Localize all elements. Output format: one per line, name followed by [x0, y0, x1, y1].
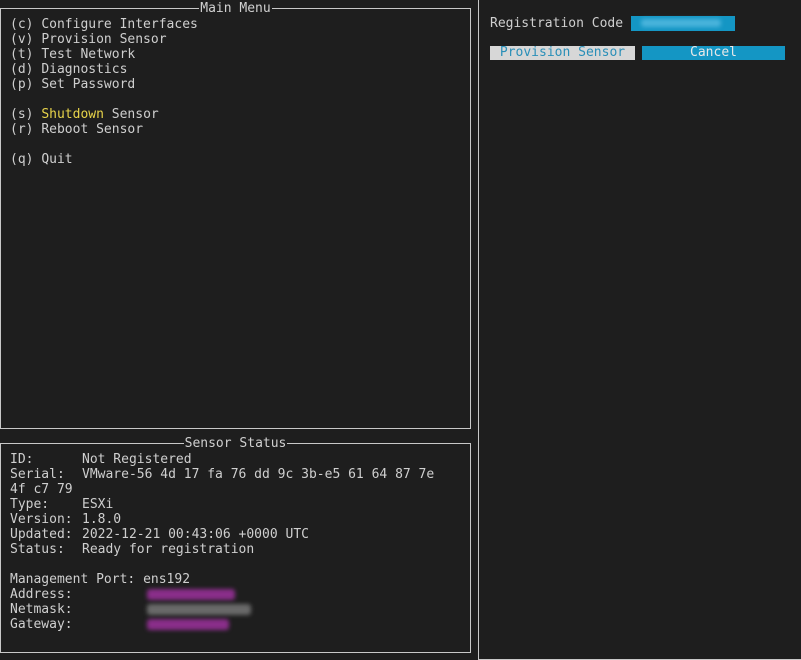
field-label: Type:: [10, 497, 50, 512]
menu-key: (p): [10, 77, 34, 92]
field-value: ens192: [143, 572, 191, 587]
menu-label: Configure Interfaces: [41, 17, 198, 32]
provision-dialog: Registration Code Provision Sensor Cance…: [478, 0, 801, 660]
field-label: Management Port:: [10, 572, 136, 587]
registration-code-label: Registration Code: [490, 16, 624, 31]
status-row-serial-cont: 4f c7 79: [10, 482, 460, 497]
cancel-button[interactable]: Cancel: [642, 46, 785, 60]
provision-sensor-button[interactable]: Provision Sensor: [490, 46, 635, 60]
menu-label: Test Network: [41, 47, 136, 62]
menu-item-test-network[interactable]: (t) Test Network: [10, 47, 198, 62]
menu-key: (s): [10, 107, 34, 122]
menu-key: (d): [10, 62, 34, 77]
registration-code-row: Registration Code: [490, 16, 736, 31]
menu-label: Set Password: [41, 77, 136, 92]
status-row-id: ID: Not Registered: [10, 452, 460, 467]
redacted-value: [147, 589, 235, 600]
status-row-serial: Serial: VMware-56 4d 17 fa 76 dd 9c 3b-e5…: [10, 467, 460, 482]
field-label: ID:: [10, 452, 34, 467]
status-row-version: Version: 1.8.0: [10, 512, 460, 527]
registration-code-input[interactable]: [631, 16, 736, 31]
field-value: 2022-12-21 00:43:06 +0000 UTC: [82, 527, 309, 542]
menu-label: Provision Sensor: [41, 32, 167, 47]
field-label: Address:: [10, 587, 73, 602]
sensor-status-title: Sensor Status: [183, 436, 288, 451]
menu-item-shutdown-sensor[interactable]: (s) Shutdown Sensor: [10, 107, 198, 122]
status-row-mgmt-port: Management Port: ens192: [10, 572, 460, 587]
field-value: Ready for registration: [82, 542, 255, 557]
menu-item-configure-interfaces[interactable]: (c) Configure Interfaces: [10, 17, 198, 32]
menu-spacer: [10, 137, 198, 152]
menu-label: Reboot Sensor: [41, 122, 144, 137]
menu-spacer: [10, 92, 198, 107]
menu-key: (v): [10, 32, 34, 47]
menu-key: (t): [10, 47, 34, 62]
menu-item-set-password[interactable]: (p) Set Password: [10, 77, 198, 92]
field-value: 1.8.0: [82, 512, 122, 527]
main-menu-pane: Main Menu (c) Configure Interfaces (v) P…: [0, 1, 471, 429]
status-row-updated: Updated: 2022-12-21 00:43:06 +0000 UTC: [10, 527, 460, 542]
field-value: ESXi: [82, 497, 114, 512]
menu-key: (c): [10, 17, 34, 32]
menu-label: Quit: [41, 152, 73, 167]
field-label: Status:: [10, 542, 65, 557]
redacted-value: [147, 619, 229, 630]
menu-key: (r): [10, 122, 34, 137]
status-row-address: Address:: [10, 587, 460, 602]
menu-key: (q): [10, 152, 34, 167]
status-row-status: Status: Ready for registration: [10, 542, 460, 557]
main-menu-title: Main Menu: [199, 1, 272, 16]
menu-item-provision-sensor[interactable]: (v) Provision Sensor: [10, 32, 198, 47]
redacted-value: [147, 604, 251, 615]
menu-label: Diagnostics: [41, 62, 128, 77]
redacted-value: [641, 19, 722, 27]
field-label: Serial:: [10, 467, 65, 482]
status-row-netmask: Netmask:: [10, 602, 460, 617]
field-label: Version:: [10, 512, 73, 527]
status-row-gateway: Gateway:: [10, 617, 460, 632]
menu-item-diagnostics[interactable]: (d) Diagnostics: [10, 62, 198, 77]
menu-label-highlight: Shutdown: [41, 107, 104, 122]
field-label: Netmask:: [10, 602, 73, 617]
status-spacer: [10, 557, 460, 572]
menu-label: Sensor: [103, 107, 159, 122]
menu-item-reboot-sensor[interactable]: (r) Reboot Sensor: [10, 122, 198, 137]
menu-item-quit[interactable]: (q) Quit: [10, 152, 198, 167]
status-row-type: Type: ESXi: [10, 497, 460, 512]
field-label: Gateway:: [10, 617, 73, 632]
field-value: 4f c7 79: [10, 482, 73, 497]
field-value: VMware-56 4d 17 fa 76 dd 9c 3b-e5 61 64 …: [82, 467, 435, 482]
sensor-status-pane: Sensor Status ID: Not Registered Serial: V…: [0, 436, 471, 653]
field-value: Not Registered: [82, 452, 192, 467]
field-label: Updated:: [10, 527, 73, 542]
